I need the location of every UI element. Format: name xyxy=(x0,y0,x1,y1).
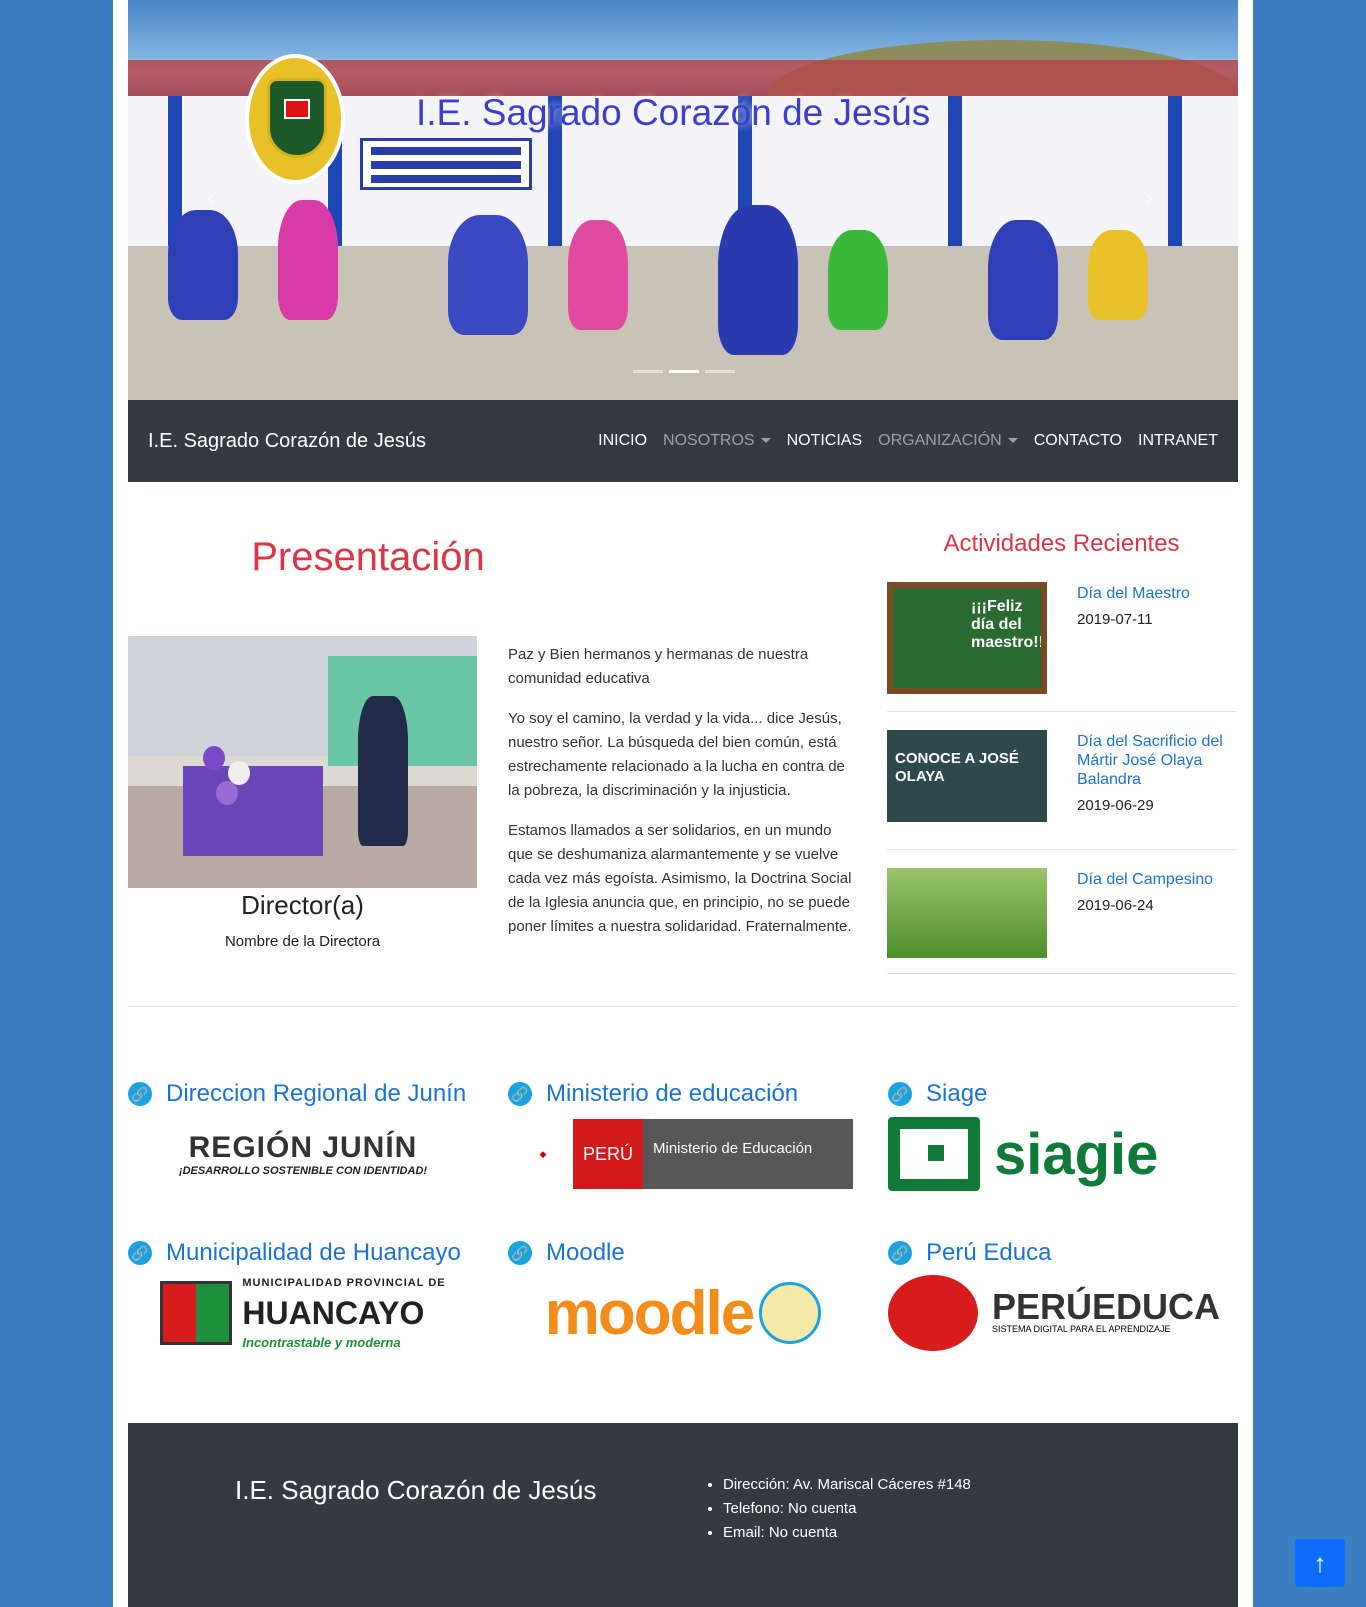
carousel-indicator-2[interactable] xyxy=(669,370,699,373)
logo-subtext: ¡DESARROLLO SOSTENIBLE CON IDENTIDAD! xyxy=(178,1165,428,1177)
logo-subtext: MUNICIPALIDAD PROVINCIAL DE xyxy=(242,1277,446,1289)
activity-thumbnail[interactable]: ¡¡¡Feliz día del maestro!!! xyxy=(887,582,1047,694)
link-municipalidad-huancayo[interactable]: 🔗 Municipalidad de Huancayo MUNICIPALIDAD… xyxy=(128,1239,478,1351)
carousel-indicator-1[interactable] xyxy=(633,370,663,373)
arrow-up-icon: ↑ xyxy=(1313,1548,1327,1578)
huancayo-crest-icon xyxy=(160,1281,233,1345)
link-siagie[interactable]: 🔗 Siage siagie xyxy=(888,1080,1238,1192)
nav-item-organizacion[interactable]: ORGANIZACIÓN xyxy=(878,432,1018,450)
presentation-text: Paz y Bien hermanos y hermanas de nuestr… xyxy=(508,643,858,955)
nav-item-nosotros[interactable]: NOSOTROS xyxy=(663,432,771,450)
footer-phone: Telefono: No cuenta xyxy=(723,1497,971,1521)
footer-contact-list: Dirección: Av. Mariscal Cáceres #148 Tel… xyxy=(723,1473,971,1545)
presentation-paragraph: Yo soy el camino, la verdad y la vida...… xyxy=(508,710,845,799)
link-label[interactable]: Moodle xyxy=(546,1239,625,1267)
director-photo xyxy=(128,636,477,888)
link-peru-educa[interactable]: 🔗 Perú Educa PERÚEDUCA SISTEMA DIGITAL PAR… xyxy=(888,1239,1238,1351)
logo-text: HUANCAYO xyxy=(242,1295,425,1331)
activity-date: 2019-06-24 xyxy=(1077,897,1154,914)
navbar: I.E. Sagrado Corazón de Jesús INICIO NOS… xyxy=(128,400,1238,482)
nav-item-contacto[interactable]: CONTACTO xyxy=(1034,432,1122,450)
link-moodle[interactable]: 🔗 Moodle moodle xyxy=(508,1239,858,1351)
nav-item-noticias[interactable]: NOTICIAS xyxy=(787,432,863,450)
activity-item[interactable]: ¡¡¡Feliz día del maestro!!! Día del Maes… xyxy=(887,582,1236,712)
nav-item-inicio[interactable]: INICIO xyxy=(598,432,647,450)
peru-educa-logo[interactable]: PERÚEDUCA SISTEMA DIGITAL PARA EL APRENDI… xyxy=(888,1275,1238,1351)
footer-address: Dirección: Av. Mariscal Cáceres #148 xyxy=(723,1473,971,1497)
peru-map-icon xyxy=(888,1275,978,1351)
link-label[interactable]: Direccion Regional de Junín xyxy=(166,1080,466,1108)
footer: I.E. Sagrado Corazón de Jesús Dirección:… xyxy=(128,1423,1238,1607)
nav-item-organizacion-label: ORGANIZACIÓN xyxy=(878,432,1002,449)
huancayo-logo[interactable]: MUNICIPALIDAD PROVINCIAL DE HUANCAYO Inc… xyxy=(128,1275,478,1351)
link-icon: 🔗 xyxy=(508,1082,532,1106)
activity-title[interactable]: Día del Campesino xyxy=(1077,870,1237,889)
school-seal-icon xyxy=(759,1282,822,1344)
activity-thumbnail[interactable]: CONOCE A JOSÉ OLAYA xyxy=(887,730,1047,822)
hero-title: I.E. Sagrado Corazón de Jesús xyxy=(416,92,931,133)
link-icon: 🔗 xyxy=(128,1241,152,1265)
section-divider xyxy=(128,1006,1238,1007)
navbar-brand[interactable]: I.E. Sagrado Corazón de Jesús xyxy=(148,430,598,453)
logo-text: PERÚEDUCA xyxy=(992,1286,1221,1327)
region-junin-logo[interactable]: REGIÓN JUNÍN ¡DESARROLLO SOSTENIBLE CON … xyxy=(128,1116,478,1192)
activity-title[interactable]: Día del Maestro xyxy=(1077,584,1237,603)
caret-down-icon xyxy=(1007,438,1018,444)
caret-down-icon xyxy=(760,438,771,444)
back-to-top-button[interactable]: ↑ xyxy=(1295,1539,1345,1587)
footer-email: Email: No cuenta xyxy=(723,1521,971,1545)
director-title: Director(a) xyxy=(241,890,364,920)
school-crest-logo xyxy=(245,54,345,184)
peru-shield-icon: ◆ xyxy=(513,1119,573,1189)
nav-menu: INICIO NOSOTROS NOTICIAS ORGANIZACIÓN CO… xyxy=(598,432,1218,450)
link-region-junin[interactable]: 🔗 Direccion Regional de Junín REGIÓN JUNÍ… xyxy=(128,1080,478,1192)
link-ministerio-educacion[interactable]: 🔗 Ministerio de educación ◆ PERÚ Minister… xyxy=(508,1080,858,1192)
activity-item[interactable]: Día del Campesino 2019-06-24 xyxy=(887,850,1236,974)
presentation-paragraph: Estamos llamados a ser solidarios, en un… xyxy=(508,822,852,935)
carousel-indicator-3[interactable] xyxy=(705,370,735,373)
activity-date: 2019-07-11 xyxy=(1077,611,1153,628)
logo-tagline: Incontrastable y moderna xyxy=(242,1335,401,1350)
link-icon: 🔗 xyxy=(888,1082,912,1106)
activity-thumbnail[interactable] xyxy=(887,868,1047,958)
presentation-paragraph: Paz y Bien hermanos y hermanas de nuestr… xyxy=(508,646,809,687)
logo-text: PERÚ xyxy=(573,1119,643,1189)
nav-item-intranet[interactable]: INTRANET xyxy=(1138,432,1218,450)
footer-title: I.E. Sagrado Corazón de Jesús xyxy=(235,1475,597,1505)
carousel-prev-icon[interactable]: ‹ xyxy=(196,182,226,212)
activity-title[interactable]: Día del Sacrificio del Mártir José Olaya… xyxy=(1077,732,1237,789)
link-label[interactable]: Siage xyxy=(926,1080,987,1108)
logo-text: REGIÓN JUNÍN xyxy=(188,1131,418,1164)
siagie-mark-icon xyxy=(888,1117,980,1191)
presentation-title: Presentación xyxy=(251,535,485,579)
activities-title: Actividades Recientes xyxy=(943,530,1180,557)
link-icon: 🔗 xyxy=(128,1082,152,1106)
carousel-next-icon[interactable]: › xyxy=(1134,182,1164,212)
link-icon: 🔗 xyxy=(888,1241,912,1265)
activity-date: 2019-06-29 xyxy=(1077,797,1154,814)
activity-item[interactable]: CONOCE A JOSÉ OLAYA Día del Sacrificio d… xyxy=(887,712,1236,850)
siagie-logo[interactable]: siagie xyxy=(888,1116,1238,1192)
moodle-logo[interactable]: moodle xyxy=(508,1275,858,1351)
logo-text: moodle xyxy=(544,1278,755,1348)
carousel-indicators xyxy=(633,370,735,373)
logo-text: siagie xyxy=(994,1121,1159,1187)
nav-item-nosotros-label: NOSOTROS xyxy=(663,432,755,449)
director-name: Nombre de la Directora xyxy=(224,933,381,950)
link-icon: 🔗 xyxy=(508,1241,532,1265)
link-label[interactable]: Perú Educa xyxy=(926,1239,1051,1267)
link-label[interactable]: Municipalidad de Huancayo xyxy=(166,1239,461,1267)
link-label[interactable]: Ministerio de educación xyxy=(546,1080,798,1108)
minedu-logo[interactable]: ◆ PERÚ Ministerio de Educación xyxy=(508,1116,858,1192)
hero-banner xyxy=(360,138,532,190)
hero-carousel[interactable]: I.E. Sagrado Corazón de Jesús ‹ › xyxy=(128,0,1238,400)
logo-subtext: Ministerio de Educación xyxy=(643,1119,853,1189)
